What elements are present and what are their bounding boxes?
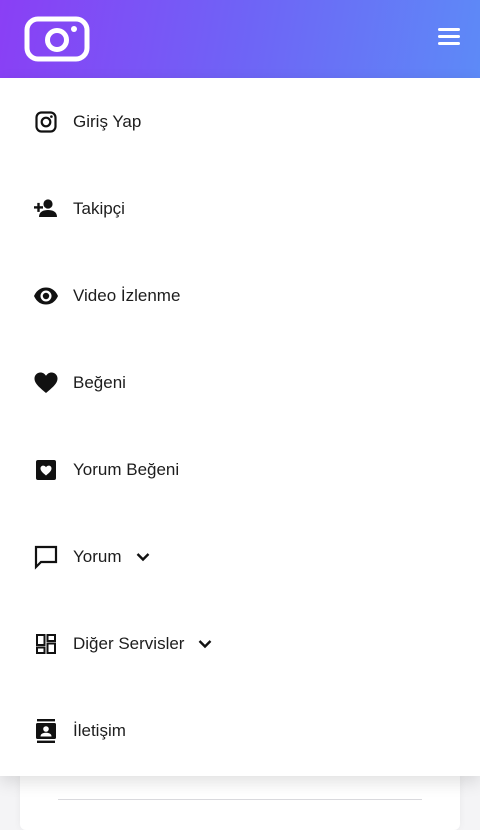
menu-item-label: Yorum Beğeni bbox=[73, 459, 180, 479]
menu-item-yorum-begeni[interactable]: Yorum Beğeni bbox=[0, 426, 480, 513]
heart-icon bbox=[33, 370, 59, 396]
menu-item-yorum[interactable]: Yorum bbox=[0, 513, 480, 600]
instagram-icon bbox=[33, 109, 59, 135]
menu-item-label: Diğer Servisler bbox=[73, 633, 185, 653]
divider bbox=[58, 799, 422, 800]
menu-item-diger-servisler[interactable]: Diğer Servisler bbox=[0, 600, 480, 687]
menu-item-label: İletişim bbox=[73, 720, 126, 740]
contacts-icon bbox=[33, 718, 59, 744]
hamburger-menu-icon[interactable] bbox=[438, 28, 460, 46]
menu-item-label: Takipçi bbox=[73, 198, 125, 218]
nav-menu: Giriş Yap Takipçi Video İzlenme Beğeni Y… bbox=[0, 78, 480, 776]
content-card bbox=[20, 770, 460, 830]
menu-item-giris-yap[interactable]: Giriş Yap bbox=[0, 78, 480, 165]
menu-item-label: Video İzlenme bbox=[73, 285, 181, 305]
instagram-logo-icon[interactable] bbox=[24, 16, 90, 62]
menu-item-begeni[interactable]: Beğeni bbox=[0, 339, 480, 426]
menu-item-label: Beğeni bbox=[73, 372, 126, 392]
chevron-down-icon[interactable] bbox=[196, 635, 214, 653]
app-header bbox=[0, 0, 480, 78]
menu-item-label: Yorum bbox=[73, 546, 122, 566]
menu-item-takipci[interactable]: Takipçi bbox=[0, 165, 480, 252]
menu-item-video-izlenme[interactable]: Video İzlenme bbox=[0, 252, 480, 339]
heart-square-icon bbox=[33, 457, 59, 483]
comment-icon bbox=[33, 544, 59, 570]
eye-icon bbox=[33, 283, 59, 309]
menu-item-label: Giriş Yap bbox=[73, 111, 142, 131]
chevron-down-icon[interactable] bbox=[134, 548, 152, 566]
dashboard-icon bbox=[33, 631, 59, 657]
person-add-icon bbox=[33, 196, 59, 222]
menu-item-iletisim[interactable]: İletişim bbox=[0, 687, 480, 774]
